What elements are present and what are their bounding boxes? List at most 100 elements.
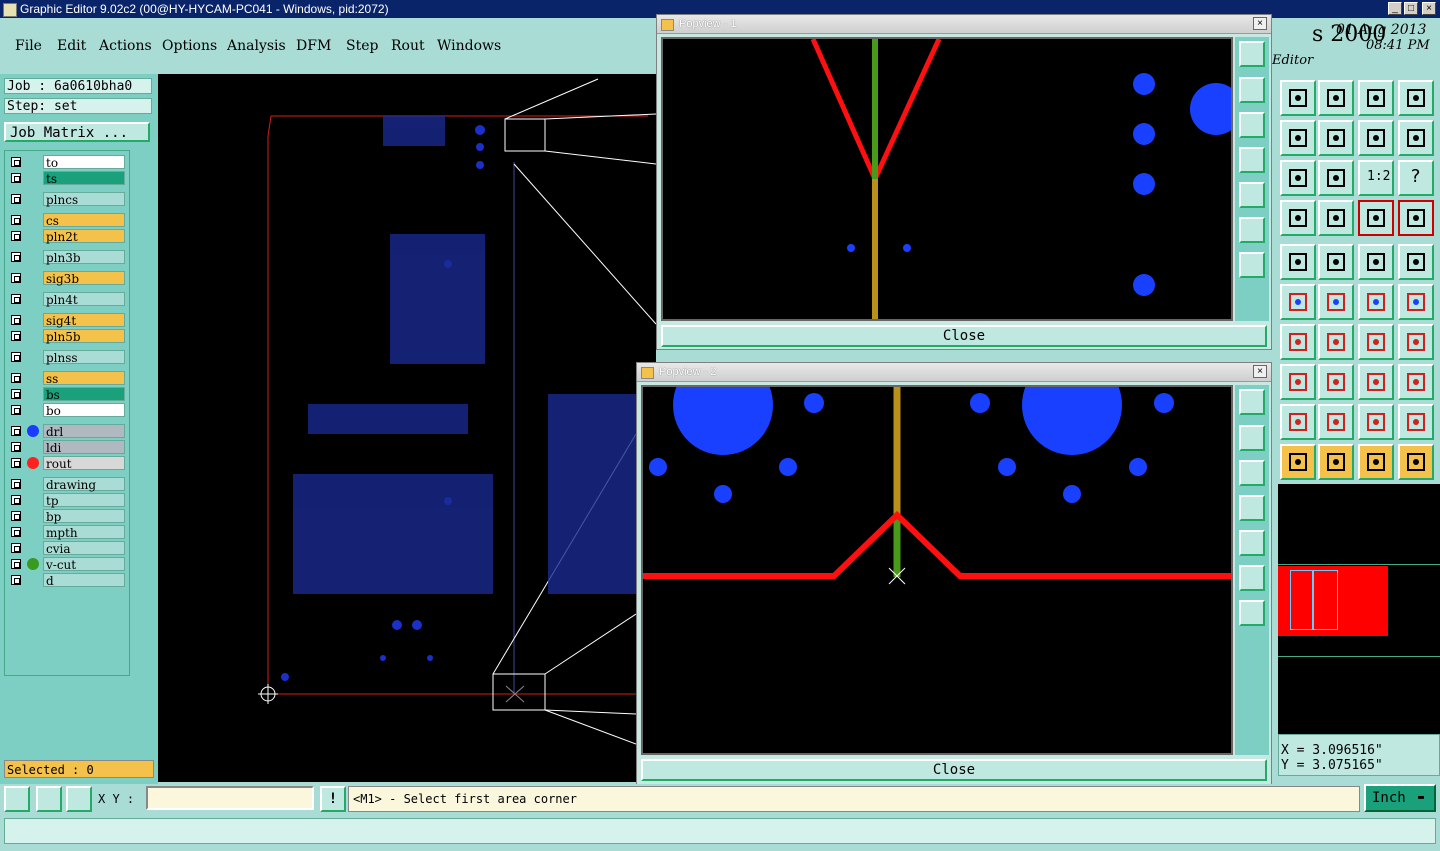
- menu-edit[interactable]: Edit: [57, 38, 86, 54]
- layer-checkbox[interactable]: [11, 389, 21, 399]
- layer-row[interactable]: v-cut: [7, 557, 127, 572]
- zoom-window-icon[interactable]: [1239, 389, 1265, 415]
- pan-right-icon[interactable]: [1318, 120, 1354, 156]
- layer-checkbox[interactable]: [11, 294, 21, 304]
- snap-tool-icon[interactable]: [1358, 200, 1394, 236]
- zoom-fit-icon[interactable]: [1239, 217, 1265, 243]
- layer-checkbox[interactable]: [11, 458, 21, 468]
- layer-name[interactable]: pln4t: [43, 292, 125, 307]
- move-icon[interactable]: [1280, 244, 1316, 280]
- layer-checkbox[interactable]: [11, 511, 21, 521]
- maximize-button[interactable]: □: [1404, 2, 1418, 15]
- layer-name[interactable]: v-cut: [43, 557, 125, 572]
- layer-checkbox[interactable]: [11, 157, 21, 167]
- layer-checkbox[interactable]: [11, 495, 21, 505]
- pointer-icon[interactable]: [1280, 444, 1316, 480]
- layer-name[interactable]: tp: [43, 493, 125, 508]
- arc-icon[interactable]: [1358, 324, 1394, 360]
- layer-row[interactable]: cvia: [7, 541, 127, 556]
- zoom-center-icon[interactable]: [1318, 160, 1354, 196]
- select-box-icon[interactable]: [1318, 444, 1354, 480]
- layer-checkbox[interactable]: [11, 215, 21, 225]
- layer-checkbox[interactable]: [11, 373, 21, 383]
- layer-row[interactable]: ss: [7, 371, 127, 386]
- layer-row[interactable]: d: [7, 573, 127, 588]
- net-icon[interactable]: [1318, 364, 1354, 400]
- overview-map[interactable]: [1278, 484, 1440, 734]
- layer-row[interactable]: tp: [7, 493, 127, 508]
- ruler-icon[interactable]: [1358, 244, 1394, 280]
- layer-checkbox[interactable]: [11, 194, 21, 204]
- pan-left-icon[interactable]: [1239, 147, 1265, 173]
- pan-up-icon[interactable]: [1239, 77, 1265, 103]
- pan-left-icon[interactable]: [1239, 495, 1265, 521]
- xy-input[interactable]: [146, 786, 314, 810]
- pan-down-icon[interactable]: [1239, 112, 1265, 138]
- menu-dfm[interactable]: DFM: [296, 38, 331, 54]
- layer-row[interactable]: plncs: [7, 192, 127, 207]
- layer-row[interactable]: drawing: [7, 477, 127, 492]
- layer-row[interactable]: bo: [7, 403, 127, 418]
- measure-icon[interactable]: [1358, 364, 1394, 400]
- pan-right-icon[interactable]: [1239, 530, 1265, 556]
- select-net-icon[interactable]: [1398, 444, 1434, 480]
- layer-row[interactable]: cs: [7, 213, 127, 228]
- menu-file[interactable]: File: [15, 38, 42, 54]
- layer-name[interactable]: ldi: [43, 440, 125, 455]
- layer-name[interactable]: bp: [43, 509, 125, 524]
- layer-name[interactable]: bs: [43, 387, 125, 402]
- layer-checkbox[interactable]: [11, 575, 21, 585]
- alert-icon[interactable]: !: [320, 786, 346, 812]
- ratio-icon[interactable]: 1:2: [1358, 160, 1394, 196]
- add-line-icon[interactable]: [1358, 284, 1394, 320]
- layer-name[interactable]: drl: [43, 424, 125, 439]
- menu-step[interactable]: Step: [346, 38, 378, 54]
- layer-checkbox[interactable]: [11, 543, 21, 553]
- house-icon[interactable]: [1358, 80, 1394, 116]
- copy-draw-icon[interactable]: [1318, 244, 1354, 280]
- popview-1-canvas[interactable]: [661, 37, 1233, 321]
- layer-name[interactable]: ts: [43, 171, 125, 186]
- pan-right-icon[interactable]: [1239, 182, 1265, 208]
- minimize-button[interactable]: _: [1388, 2, 1402, 15]
- grid-toggle-icon[interactable]: [1318, 200, 1354, 236]
- layer-row[interactable]: drl: [7, 424, 127, 439]
- layer-row[interactable]: ts: [7, 171, 127, 186]
- cut-icon[interactable]: [1398, 404, 1434, 440]
- measure-icon[interactable]: [36, 786, 62, 812]
- popview-2-canvas[interactable]: [641, 385, 1233, 755]
- pad-icon[interactable]: [1398, 244, 1434, 280]
- layer-name[interactable]: plnss: [43, 350, 125, 365]
- profile-icon[interactable]: [1358, 404, 1394, 440]
- layer-row[interactable]: pln2t: [7, 229, 127, 244]
- shapes-icon[interactable]: [1398, 364, 1434, 400]
- layer-checkbox[interactable]: [11, 252, 21, 262]
- menu-rout[interactable]: Rout: [391, 38, 425, 54]
- pan-left-icon[interactable]: [1280, 120, 1316, 156]
- layer-name[interactable]: rout: [43, 456, 125, 471]
- arrow-up-icon[interactable]: [1318, 404, 1354, 440]
- menu-analysis[interactable]: Analysis: [227, 38, 286, 54]
- units-select[interactable]: Inch ▬: [1364, 784, 1436, 812]
- home-view-icon[interactable]: [1280, 80, 1316, 116]
- snap-icon[interactable]: [4, 786, 30, 812]
- pan-up-icon[interactable]: [1239, 425, 1265, 451]
- popview-2-close-button[interactable]: Close: [641, 759, 1267, 781]
- layer-row[interactable]: to: [7, 155, 127, 170]
- layer-checkbox[interactable]: [11, 527, 21, 537]
- layer-name[interactable]: to: [43, 155, 125, 170]
- layers-tool-icon[interactable]: [1280, 200, 1316, 236]
- layer-row[interactable]: bp: [7, 509, 127, 524]
- layer-row[interactable]: rout: [7, 456, 127, 471]
- layer-row[interactable]: pln4t: [7, 292, 127, 307]
- layer-checkbox[interactable]: [11, 331, 21, 341]
- swap-icon[interactable]: [1398, 120, 1434, 156]
- layer-name[interactable]: sig4t: [43, 313, 125, 328]
- pad-select-icon[interactable]: [1280, 364, 1316, 400]
- layer-name[interactable]: cs: [43, 213, 125, 228]
- layer-checkbox[interactable]: [11, 405, 21, 415]
- layer-name[interactable]: bo: [43, 403, 125, 418]
- layer-name[interactable]: pln5b: [43, 329, 125, 344]
- layer-checkbox[interactable]: [11, 173, 21, 183]
- layer-name[interactable]: drawing: [43, 477, 125, 492]
